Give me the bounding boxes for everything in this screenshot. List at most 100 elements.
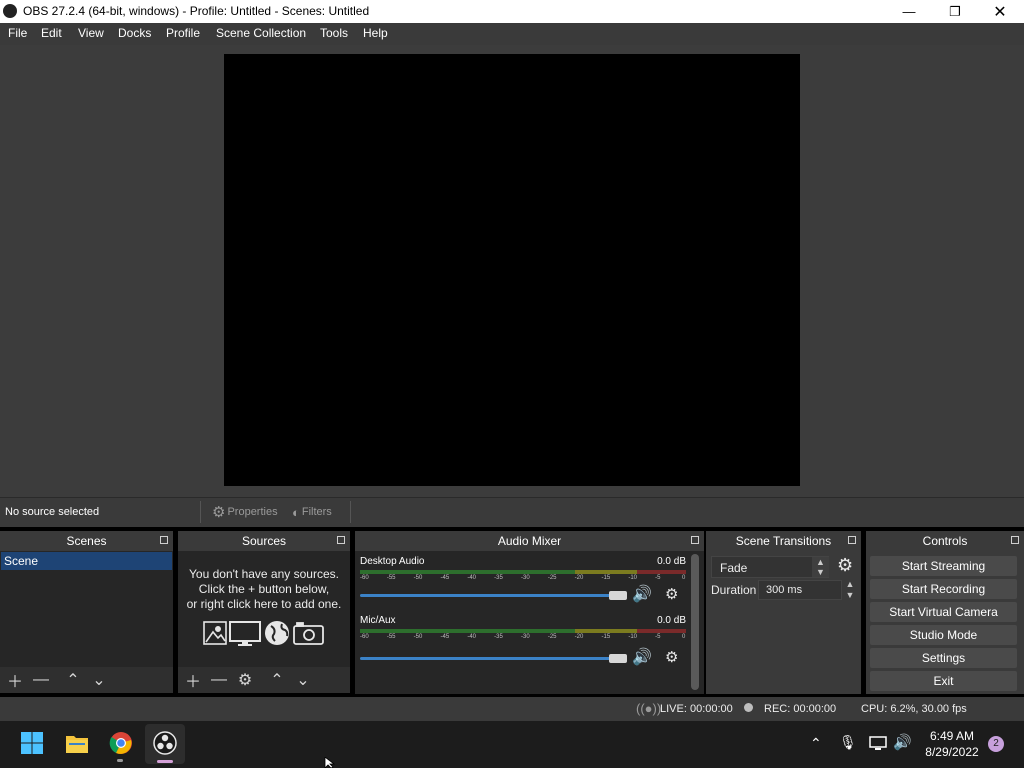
- duration-input[interactable]: 300 ms: [758, 580, 842, 600]
- transitions-dock-header: Scene Transitions: [706, 531, 861, 551]
- add-icon[interactable]: ＋: [2, 668, 28, 692]
- scenes-dock-header: Scenes: [0, 531, 173, 551]
- meter-tick-label: -40: [467, 575, 476, 581]
- menu-file[interactable]: File: [8, 26, 27, 40]
- microphone-icon[interactable]: 🎙: [839, 734, 857, 751]
- record-icon: [744, 703, 753, 712]
- undock-icon[interactable]: [337, 536, 345, 544]
- speaker-icon[interactable]: 🔊: [632, 584, 652, 604]
- sources-title: Sources: [241, 534, 287, 548]
- network-icon[interactable]: [869, 736, 887, 751]
- duration-stepper[interactable]: ▲ ▼: [843, 579, 857, 601]
- camera-icon: [293, 622, 324, 645]
- gear-icon[interactable]: ⚙: [232, 670, 258, 690]
- meter-tick-label: -55: [386, 575, 396, 581]
- exit-button[interactable]: Exit: [870, 671, 1017, 691]
- maximize-button[interactable]: ❐: [932, 0, 978, 23]
- undock-icon[interactable]: [848, 536, 856, 544]
- remove-icon[interactable]: —: [206, 671, 232, 689]
- meter-tick-label: 0: [682, 575, 686, 581]
- menu-view[interactable]: View: [78, 26, 104, 40]
- rec-timer: REC: 00:00:00: [764, 703, 837, 715]
- controls-dock-header: Controls: [866, 531, 1024, 551]
- sources-dock-header: Sources: [178, 531, 350, 551]
- undock-icon[interactable]: [1011, 536, 1019, 544]
- scenes-footer: ＋ — ⌃ ⌄: [0, 667, 173, 693]
- window-title: OBS 27.2.4 (64-bit, windows) - Profile: …: [23, 4, 370, 18]
- windows-start-icon[interactable]: [20, 731, 44, 755]
- meter-ticks: -60 -55 -50 -45 -40 -35 -30 -25 -20 -15 -10 -5 0: [360, 634, 686, 642]
- volume-meter: [360, 629, 686, 633]
- move-up-icon[interactable]: ⌃: [60, 670, 86, 690]
- gear-icon[interactable]: ⚙: [665, 585, 678, 603]
- sources-empty-message: You don't have any sources. Click the + …: [178, 567, 350, 612]
- properties-button[interactable]: ⚙ Properties: [208, 501, 282, 523]
- menu-help[interactable]: Help: [363, 26, 388, 40]
- transition-value: Fade: [720, 561, 748, 575]
- minimize-button[interactable]: —: [886, 0, 932, 23]
- meter-tick-label: -5: [655, 575, 661, 581]
- meter-tick-label: -60: [360, 634, 369, 640]
- scene-item[interactable]: Scene: [1, 552, 172, 570]
- move-down-icon[interactable]: ⌄: [290, 670, 316, 690]
- track-db: 0.0 dB: [657, 615, 686, 626]
- status-bar: ((●)) LIVE: 00:00:00 REC: 00:00:00 CPU: …: [0, 697, 1024, 721]
- preview-canvas[interactable]: [224, 54, 800, 486]
- mixer-dock-header: Audio Mixer: [355, 531, 704, 551]
- clock[interactable]: 6:49 AM 8/29/2022: [920, 729, 984, 759]
- scenes-list[interactable]: Scene: [0, 551, 173, 667]
- meter-tick-label: -25: [547, 634, 557, 640]
- meter-tick-label: -45: [440, 575, 450, 581]
- move-down-icon[interactable]: ⌄: [86, 670, 112, 690]
- studio-mode-button[interactable]: Studio Mode: [870, 625, 1017, 645]
- start-virtual-camera-button[interactable]: Start Virtual Camera: [870, 602, 1017, 622]
- cpu-stats: CPU: 6.2%, 30.00 fps: [861, 703, 967, 715]
- source-status: No source selected: [5, 506, 100, 518]
- title-bar: OBS 27.2.4 (64-bit, windows) - Profile: …: [0, 0, 1024, 23]
- meter-tick-label: -40: [467, 634, 476, 640]
- volume-slider-handle[interactable]: [609, 591, 627, 600]
- menu-tools[interactable]: Tools: [320, 26, 348, 40]
- volume-icon[interactable]: 🔊: [893, 733, 912, 751]
- broadcast-icon: ((●)): [636, 701, 662, 716]
- speaker-icon[interactable]: 🔊: [632, 647, 652, 667]
- start-recording-button[interactable]: Start Recording: [870, 579, 1017, 599]
- track-name: Mic/Aux: [360, 615, 396, 626]
- volume-slider-handle[interactable]: [609, 654, 627, 663]
- menu-profile[interactable]: Profile: [166, 26, 200, 40]
- volume-meter: [360, 570, 686, 574]
- add-icon[interactable]: ＋: [180, 668, 206, 692]
- start-streaming-button[interactable]: Start Streaming: [870, 556, 1017, 576]
- close-button[interactable]: ✕: [977, 0, 1023, 23]
- toolbar-divider: [350, 501, 351, 523]
- menu-edit[interactable]: Edit: [41, 26, 62, 40]
- chevron-up-icon[interactable]: ⌃: [810, 735, 822, 752]
- move-up-icon[interactable]: ⌃: [264, 670, 290, 690]
- chrome-icon[interactable]: [109, 731, 133, 755]
- obs-icon[interactable]: [153, 731, 177, 755]
- mixer-track: Mic/Aux 0.0 dB -60 -55 -50 -45 -40 -35 -30 -25-…: [360, 615, 686, 670]
- menu-docks[interactable]: Docks: [118, 26, 151, 40]
- remove-icon[interactable]: —: [28, 671, 54, 689]
- meter-tick-label: -20: [574, 575, 584, 581]
- chevron-updown-icon[interactable]: ▲ ▼: [812, 557, 829, 577]
- notification-badge[interactable]: 2: [988, 736, 1004, 752]
- globe-icon: [265, 621, 289, 645]
- settings-button[interactable]: Settings: [870, 648, 1017, 668]
- mixer-scrollbar[interactable]: [691, 554, 699, 690]
- undock-icon[interactable]: [691, 536, 699, 544]
- file-explorer-icon[interactable]: [65, 731, 89, 755]
- meter-tick-label: -20: [574, 634, 584, 640]
- sources-footer: ＋ — ⚙ ⌃ ⌄: [178, 667, 350, 693]
- volume-slider-fill: [360, 594, 618, 597]
- image-icon: [203, 621, 227, 645]
- meter-tick-label: -15: [601, 575, 611, 581]
- filters-button[interactable]: ◐ Filters: [288, 501, 336, 523]
- gear-icon[interactable]: ⚙: [665, 648, 678, 666]
- gear-icon[interactable]: ⚙: [837, 555, 853, 576]
- sources-empty-line: Click the + button below,: [198, 582, 330, 596]
- source-toolbar: No source selected ⚙ Properties ◐ Filter…: [0, 497, 1024, 527]
- meter-tick-label: -10: [628, 634, 637, 640]
- menu-scene-collection[interactable]: Scene Collection: [216, 26, 306, 40]
- undock-icon[interactable]: [160, 536, 168, 544]
